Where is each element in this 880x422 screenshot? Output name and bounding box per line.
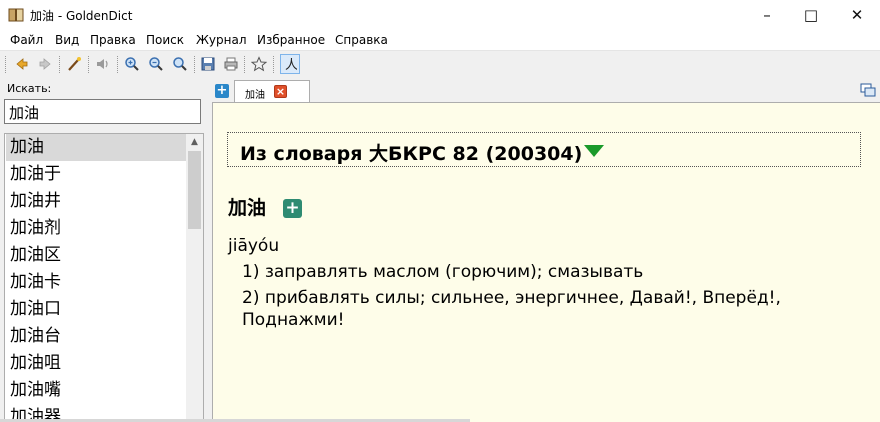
pinyin-icon[interactable]: 人 — [280, 54, 300, 74]
pronounce-icon[interactable] — [93, 54, 113, 74]
tabs-list-icon[interactable] — [860, 83, 876, 97]
favorites-icon[interactable] — [249, 54, 269, 74]
menu-edit[interactable]: Правка — [90, 33, 136, 47]
word-list[interactable]: 加油 加油于 加油井 加油剂 加油区 加油卡 加油口 加油台 加油咀 加油嘴 加… — [4, 133, 204, 422]
toolbar-separator — [117, 56, 119, 73]
word-list-item[interactable]: 加油于 — [6, 161, 186, 188]
scroll-thumb[interactable] — [188, 151, 201, 229]
word-list-item[interactable]: 加油口 — [6, 296, 186, 323]
headword: 加油 — [228, 197, 267, 219]
toolbar-separator — [273, 56, 275, 73]
close-button[interactable]: ✕ — [834, 0, 880, 30]
word-list-item[interactable]: 加油 — [6, 134, 186, 161]
definition-line: Поднажми! — [242, 310, 345, 330]
dictionary-title: Из словаря 大БКРС 82 (200304) — [240, 143, 583, 165]
title-bar: 加油 - GoldenDict – □ ✕ — [0, 0, 880, 30]
new-tab-icon[interactable]: + — [215, 84, 229, 98]
search-pane: Искать: 加油 加油 加油于 加油井 加油剂 加油区 加油卡 加油口 加油… — [0, 78, 208, 422]
app-book-icon — [8, 8, 24, 22]
expand-arrow-icon[interactable] — [584, 145, 604, 157]
scroll-up-arrow-icon[interactable]: ▲ — [186, 134, 203, 151]
scan-popup-icon[interactable] — [64, 54, 84, 74]
tab-close-icon[interactable]: × — [274, 85, 287, 98]
toolbar-handle — [5, 56, 7, 73]
tab-label: 加油 — [245, 90, 265, 101]
word-list-item[interactable]: 加油嘴 — [6, 377, 186, 404]
forward-icon[interactable] — [35, 54, 55, 74]
toolbar: 人 — [0, 51, 880, 78]
zoom-reset-icon[interactable] — [170, 54, 190, 74]
toolbar-separator — [88, 56, 90, 73]
word-list-item[interactable]: 加油井 — [6, 188, 186, 215]
toolbar-separator — [194, 56, 196, 73]
definition-line: 2) прибавлять силы; сильнее, энергичнее,… — [242, 288, 781, 308]
back-icon[interactable] — [12, 54, 32, 74]
maximize-button[interactable]: □ — [788, 0, 834, 30]
print-icon[interactable] — [221, 54, 241, 74]
word-list-item[interactable]: 加油剂 — [6, 215, 186, 242]
word-list-item[interactable]: 加油台 — [6, 323, 186, 350]
dictionary-header[interactable]: Из словаря 大БКРС 82 (200304) — [227, 132, 861, 167]
zoom-out-icon[interactable] — [146, 54, 166, 74]
toolbar-separator — [59, 56, 61, 73]
zoom-in-icon[interactable] — [122, 54, 142, 74]
menu-view[interactable]: Вид — [55, 33, 79, 47]
menu-history[interactable]: Журнал — [196, 33, 247, 47]
menu-help[interactable]: Справка — [335, 33, 388, 47]
menu-search[interactable]: Поиск — [146, 33, 184, 47]
word-list-item[interactable]: 加油咀 — [6, 350, 186, 377]
search-label: Искать: — [7, 82, 52, 95]
tab-bar: + 加油 × — [212, 78, 880, 102]
menu-favorites[interactable]: Избранное — [257, 33, 325, 47]
add-to-favorites-icon[interactable]: + — [283, 199, 302, 218]
definition-line: 1) заправлять маслом (горючим); смазыват… — [242, 262, 644, 282]
word-list-item[interactable]: 加油区 — [6, 242, 186, 269]
menu-file[interactable]: Файл — [10, 33, 43, 47]
article-view: Из словаря 大БКРС 82 (200304) 加油 + jiāyóu… — [212, 102, 880, 422]
svg-text:人: 人 — [285, 58, 297, 72]
search-input[interactable]: 加油 — [4, 99, 201, 124]
menu-bar: Файл Вид Правка Поиск Журнал Избранное С… — [0, 30, 880, 51]
minimize-button[interactable]: – — [744, 0, 790, 30]
tab-active[interactable]: 加油 × — [234, 80, 310, 102]
window-title: 加油 - GoldenDict — [30, 9, 133, 23]
save-icon[interactable] — [198, 54, 218, 74]
pinyin: jiāyóu — [228, 236, 280, 256]
word-list-item[interactable]: 加油卡 — [6, 269, 186, 296]
toolbar-separator — [244, 56, 246, 73]
word-list-scrollbar[interactable]: ▲ — [186, 134, 203, 421]
